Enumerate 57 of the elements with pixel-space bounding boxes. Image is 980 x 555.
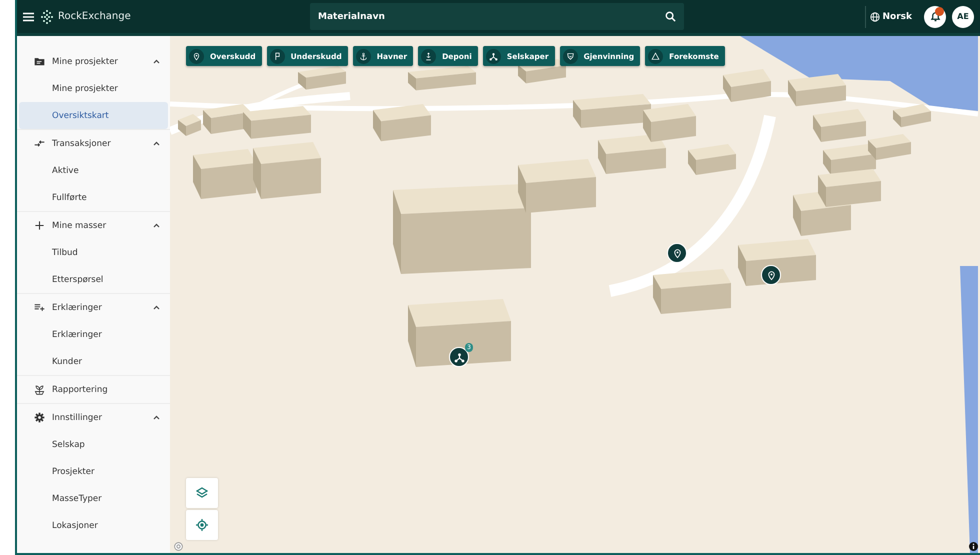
map-drawing[interactable]	[170, 36, 978, 553]
group-icon	[34, 384, 45, 395]
sidebar-group[interactable]: Mine prosjekter	[17, 48, 170, 75]
pin-icon	[192, 52, 201, 60]
sidebar-item[interactable]: Tilbud	[19, 239, 168, 266]
sidebar-item[interactable]: Etterspørsel	[19, 266, 168, 293]
sidebar-item[interactable]: Lokasjoner	[19, 512, 168, 539]
app-name: RockExchange	[58, 11, 131, 22]
layers-icon	[196, 487, 208, 499]
sidebar-group[interactable]: Mine masser	[17, 212, 170, 239]
network-icon	[454, 352, 464, 362]
group-icon	[34, 220, 45, 231]
network-icon	[488, 52, 498, 60]
sidebar-group[interactable]: Rapportering	[17, 376, 170, 403]
chevron-up-icon	[153, 305, 160, 310]
chevron-up-icon	[153, 223, 160, 228]
map-logo-icon	[174, 542, 183, 551]
sidebar-item[interactable]: Fullførte	[19, 184, 168, 211]
info-icon[interactable]	[969, 542, 978, 551]
globe-icon	[870, 12, 880, 22]
chevron-up-icon	[153, 59, 160, 64]
anchor-icon	[358, 52, 368, 60]
sidebar-item[interactable]: Aktive	[19, 157, 168, 184]
search-field[interactable]: Materialnavn	[310, 3, 684, 30]
map-marker[interactable]	[667, 243, 687, 263]
shield-icon	[566, 52, 575, 60]
user-avatar[interactable]: AE	[952, 6, 974, 28]
layers-button[interactable]	[186, 478, 218, 508]
bell-icon	[930, 11, 940, 22]
menu-icon	[23, 12, 34, 22]
sidebar-item[interactable]: Selskap	[19, 431, 168, 458]
notification-button[interactable]	[924, 6, 946, 28]
chevron-up-icon	[153, 415, 160, 420]
chevron-up-icon	[153, 141, 160, 146]
sidebar-group[interactable]: Erklæringer	[17, 294, 170, 321]
locate-icon	[196, 519, 208, 531]
sidebar-item[interactable]: MasseTyper	[19, 485, 168, 512]
sidebar-item[interactable]: Kunder	[19, 348, 168, 375]
language-button[interactable]: Norsk	[864, 6, 912, 28]
sidebar-item[interactable]: Mine prosjekter	[19, 75, 168, 102]
search-icon	[665, 11, 676, 22]
sidebar-group[interactable]: Innstillinger	[17, 404, 170, 431]
sidebar-item[interactable]: Prosjekter	[19, 458, 168, 485]
group-icon	[34, 138, 45, 149]
menu-button[interactable]	[23, 12, 34, 22]
group-icon	[34, 412, 45, 423]
sidebar-group[interactable]: Transaksjoner	[17, 130, 170, 157]
flag-icon	[272, 52, 282, 60]
pin-icon	[672, 248, 682, 258]
locate-button[interactable]	[186, 510, 218, 540]
logo-icon	[40, 10, 54, 24]
group-icon	[34, 302, 45, 313]
triangle-icon	[651, 52, 660, 60]
pin-icon	[766, 270, 776, 280]
sidebar-item[interactable]: Oversiktskart	[19, 102, 168, 129]
sidebar-item[interactable]: Erklæringer	[19, 321, 168, 348]
group-icon	[34, 56, 45, 67]
